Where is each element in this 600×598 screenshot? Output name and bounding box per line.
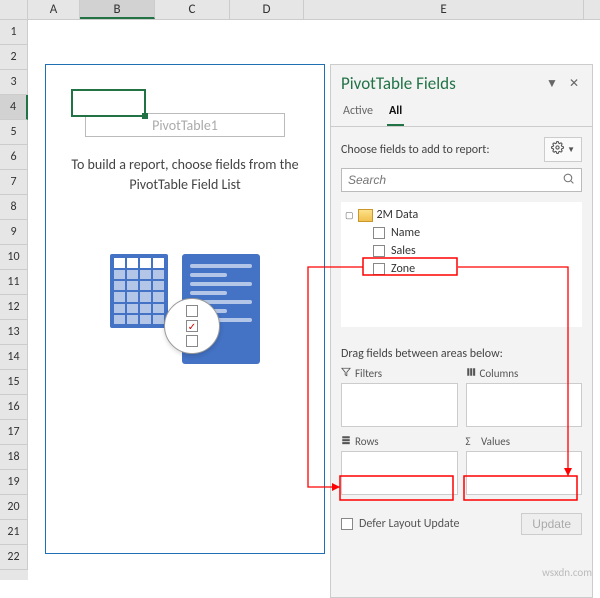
tab-active[interactable]: Active xyxy=(341,98,375,126)
columns-area[interactable]: Columns xyxy=(466,367,583,427)
collapse-icon[interactable]: ▢ xyxy=(345,210,354,221)
row-header[interactable]: 7 xyxy=(0,170,28,195)
col-header-a[interactable]: A xyxy=(28,0,80,19)
columns-dropzone[interactable] xyxy=(466,383,583,427)
field-name[interactable]: Name xyxy=(345,224,578,242)
row-header[interactable]: 1 xyxy=(0,20,28,45)
col-header-d[interactable]: D xyxy=(230,0,304,19)
gear-icon xyxy=(551,141,564,158)
row-header[interactable]: 14 xyxy=(0,345,28,370)
rows-dropzone[interactable] xyxy=(341,451,458,495)
placeholder-illustration: ✓ xyxy=(56,254,314,364)
row-header[interactable]: 9 xyxy=(0,220,28,245)
row-header[interactable]: 13 xyxy=(0,320,28,345)
rows-area[interactable]: Rows xyxy=(341,435,458,495)
filter-icon xyxy=(341,367,351,380)
checkbox-group-icon: ✓ xyxy=(164,298,220,354)
table-icon xyxy=(110,254,168,328)
row-header[interactable]: 2 xyxy=(0,45,28,70)
row-header[interactable]: 5 xyxy=(0,120,28,145)
tree-table-label: 2M Data xyxy=(377,208,419,222)
row-header[interactable]: 21 xyxy=(0,520,28,545)
selected-cell[interactable] xyxy=(71,89,146,117)
search-box[interactable] xyxy=(341,168,582,192)
rows-icon xyxy=(341,435,351,448)
filters-dropzone[interactable] xyxy=(341,383,458,427)
columns-icon xyxy=(466,367,476,380)
row-header[interactable]: 22 xyxy=(0,545,28,570)
row-header[interactable]: 15 xyxy=(0,370,28,395)
row-header[interactable]: 17 xyxy=(0,420,28,445)
field-zone[interactable]: Zone xyxy=(345,260,578,278)
row-header[interactable]: 3 xyxy=(0,70,28,95)
values-area[interactable]: Σ Values xyxy=(466,435,583,495)
column-headers: A B C D E xyxy=(0,0,600,20)
tools-button[interactable]: ▼ xyxy=(544,137,582,162)
row-header[interactable]: 8 xyxy=(0,195,28,220)
search-icon xyxy=(556,172,581,189)
row-header[interactable]: 20 xyxy=(0,495,28,520)
values-dropzone[interactable] xyxy=(466,451,583,495)
field-sales[interactable]: Sales xyxy=(345,242,578,260)
tab-all[interactable]: All xyxy=(387,98,404,126)
field-tree[interactable]: ▢ 2M Data Name Sales Zone xyxy=(341,202,582,327)
defer-checkbox[interactable] xyxy=(341,518,353,530)
tree-table-node[interactable]: ▢ 2M Data xyxy=(345,206,578,224)
row-header[interactable]: 18 xyxy=(0,445,28,470)
pivottable-placeholder[interactable]: PivotTable1 To build a report, choose fi… xyxy=(45,64,325,554)
row-header[interactable]: 19 xyxy=(0,470,28,495)
placeholder-message: To build a report, choose fields from th… xyxy=(56,155,314,194)
drag-fields-label: Drag fields between areas below: xyxy=(331,327,592,367)
row-header[interactable]: 16 xyxy=(0,395,28,420)
close-icon[interactable]: ✕ xyxy=(566,76,582,91)
pane-title: PivotTable Fields xyxy=(341,73,538,94)
chevron-down-icon: ▼ xyxy=(567,145,575,155)
row-header[interactable]: 10 xyxy=(0,245,28,270)
checkbox[interactable] xyxy=(373,245,385,257)
col-header-c[interactable]: C xyxy=(155,0,230,19)
col-header-e[interactable]: E xyxy=(304,0,584,19)
checkbox[interactable] xyxy=(373,263,385,275)
select-all-corner[interactable] xyxy=(0,0,28,19)
sigma-icon: Σ xyxy=(466,435,471,448)
pivottable-fields-pane: PivotTable Fields ▼ ✕ Active All Choose … xyxy=(330,64,593,598)
row-header[interactable]: 12 xyxy=(0,295,28,320)
filters-area[interactable]: Filters xyxy=(341,367,458,427)
checkbox[interactable] xyxy=(373,227,385,239)
table-icon xyxy=(358,209,373,222)
choose-fields-label: Choose fields to add to report: xyxy=(341,143,538,157)
row-header[interactable]: 4 xyxy=(0,95,28,120)
search-input[interactable] xyxy=(342,173,556,187)
col-header-b[interactable]: B xyxy=(80,0,155,19)
row-headers: 1 2 3 4 5 6 7 8 9 10 11 12 13 14 15 16 1… xyxy=(0,20,28,580)
watermark: wsxdn.com xyxy=(542,566,592,579)
row-header[interactable]: 6 xyxy=(0,145,28,170)
row-header[interactable]: 11 xyxy=(0,270,28,295)
update-button[interactable]: Update xyxy=(521,513,582,535)
pane-menu-icon[interactable]: ▼ xyxy=(544,76,560,91)
defer-label: Defer Layout Update xyxy=(359,517,515,531)
